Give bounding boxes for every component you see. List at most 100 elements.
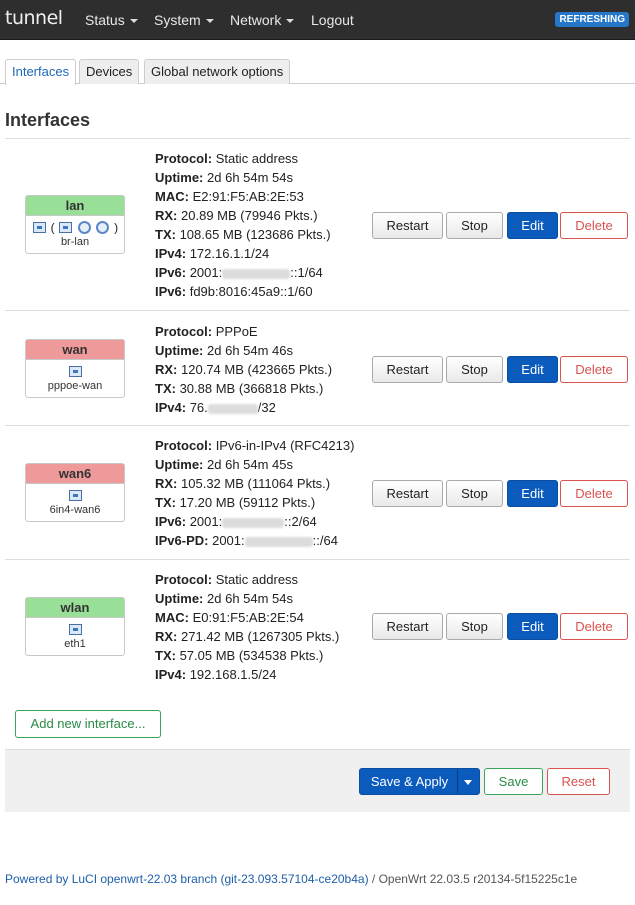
interface-badge-wan6[interactable]: wan6 6in4-wan6 bbox=[25, 463, 125, 522]
ethernet-port-icon bbox=[59, 222, 73, 234]
device-name: eth1 bbox=[64, 638, 86, 650]
network-device-icon bbox=[68, 490, 82, 502]
interface-row-lan: lan ( ) br-lan Protocol: Static address … bbox=[5, 138, 630, 310]
tab-interfaces[interactable]: Interfaces bbox=[5, 59, 77, 85]
stop-button[interactable]: Stop bbox=[446, 356, 503, 383]
tab-bar: Interfaces Devices Global network option… bbox=[0, 56, 635, 85]
interface-details: Protocol: IPv6-in-IPv4 (RFC4213) Uptime:… bbox=[155, 436, 354, 550]
save-apply-dropdown-toggle[interactable] bbox=[457, 769, 479, 794]
ethernet-port-icon bbox=[68, 624, 82, 636]
interface-row-wan: wan pppoe-wan Protocol: PPPoE Uptime: 2d… bbox=[5, 310, 630, 425]
interface-details: Protocol: Static address Uptime: 2d 6h 5… bbox=[155, 570, 339, 684]
interface-row-wlan: wlan eth1 Protocol: Static address Uptim… bbox=[5, 559, 630, 695]
detail-line: TX: 17.20 MB (59112 Pkts.) bbox=[155, 495, 316, 510]
restart-button[interactable]: Restart bbox=[372, 212, 443, 239]
interface-name: wlan bbox=[26, 598, 124, 618]
edit-button[interactable]: Edit bbox=[507, 212, 558, 239]
nav-system-label: System bbox=[154, 12, 201, 28]
delete-button[interactable]: Delete bbox=[560, 212, 628, 239]
device-name: pppoe-wan bbox=[47, 380, 103, 392]
save-button[interactable]: Save bbox=[484, 768, 543, 795]
interface-details: Protocol: PPPoE Uptime: 2d 6h 54m 46s RX… bbox=[155, 322, 332, 417]
device-icons: ( ) bbox=[26, 216, 124, 236]
detail-line: IPv6: 2001:::2/64 bbox=[155, 514, 317, 529]
device-name: br-lan bbox=[60, 236, 90, 248]
delete-button[interactable]: Delete bbox=[560, 480, 628, 507]
add-new-interface-button[interactable]: Add new interface... bbox=[15, 710, 161, 738]
brand-logo[interactable]: tunnel bbox=[5, 7, 63, 29]
chevron-down-icon bbox=[205, 19, 214, 24]
reset-button[interactable]: Reset bbox=[547, 768, 610, 795]
detail-line: Protocol: Static address bbox=[155, 151, 299, 166]
detail-line: RX: 120.74 MB (423665 Pkts.) bbox=[155, 362, 333, 377]
stop-button[interactable]: Stop bbox=[446, 613, 503, 640]
detail-line: IPv6-PD: 2001:::/64 bbox=[155, 533, 338, 548]
edit-button[interactable]: Edit bbox=[507, 613, 558, 640]
nav-network-menu[interactable]: Network bbox=[230, 12, 295, 28]
detail-line: IPv6: 2001:::1/64 bbox=[155, 265, 323, 280]
interface-details: Protocol: Static address Uptime: 2d 6h 5… bbox=[155, 149, 331, 301]
wifi-icon bbox=[96, 221, 110, 235]
wifi-icon bbox=[77, 221, 91, 235]
restart-button[interactable]: Restart bbox=[372, 613, 443, 640]
delete-button[interactable]: Delete bbox=[560, 613, 628, 640]
detail-line: TX: 30.88 MB (366818 Pkts.) bbox=[155, 381, 324, 396]
chevron-down-icon bbox=[286, 19, 295, 24]
interface-name: wan bbox=[26, 340, 124, 360]
refreshing-badge[interactable]: REFRESHING bbox=[555, 12, 629, 27]
edit-button[interactable]: Edit bbox=[507, 480, 558, 507]
restart-button[interactable]: Restart bbox=[372, 356, 443, 383]
delete-button[interactable]: Delete bbox=[560, 356, 628, 383]
nav-logout-link[interactable]: Logout bbox=[311, 12, 354, 28]
bridge-icon bbox=[32, 222, 46, 234]
detail-line: Protocol: IPv6-in-IPv4 (RFC4213) bbox=[155, 438, 355, 453]
detail-line: IPv4: 192.168.1.5/24 bbox=[155, 667, 277, 682]
redacted-value bbox=[222, 517, 285, 528]
interface-name: lan bbox=[26, 196, 124, 216]
detail-line: Uptime: 2d 6h 54m 45s bbox=[155, 457, 294, 472]
detail-line: Uptime: 2d 6h 54m 54s bbox=[155, 591, 294, 606]
device-icons bbox=[26, 618, 124, 638]
luci-link[interactable]: Powered by LuCI openwrt-22.03 branch (gi… bbox=[5, 872, 369, 886]
stop-button[interactable]: Stop bbox=[446, 480, 503, 507]
interface-badge-lan[interactable]: lan ( ) br-lan bbox=[25, 195, 125, 254]
interface-row-wan6: wan6 6in4-wan6 Protocol: IPv6-in-IPv4 (R… bbox=[5, 425, 630, 559]
detail-line: RX: 20.89 MB (79946 Pkts.) bbox=[155, 208, 318, 223]
save-apply-button[interactable]: Save & Apply bbox=[359, 768, 480, 795]
footer-text: Powered by LuCI openwrt-22.03 branch (gi… bbox=[5, 872, 577, 886]
detail-line: TX: 57.05 MB (534538 Pkts.) bbox=[155, 648, 324, 663]
redacted-value bbox=[222, 268, 291, 279]
detail-line: Uptime: 2d 6h 54m 54s bbox=[155, 170, 294, 185]
top-navbar: tunnel Status System Network Logout REFR… bbox=[0, 0, 635, 40]
chevron-down-icon bbox=[129, 19, 138, 24]
redacted-value bbox=[244, 536, 313, 547]
detail-line: Protocol: Static address bbox=[155, 572, 299, 587]
version-text: / OpenWrt 22.03.5 r20134-5f15225c1e bbox=[368, 872, 578, 886]
detail-line: RX: 271.42 MB (1267305 Pkts.) bbox=[155, 629, 340, 644]
detail-line: IPv4: 172.16.1.1/24 bbox=[155, 246, 270, 261]
redacted-value bbox=[207, 403, 258, 414]
tab-global-network-options[interactable]: Global network options bbox=[144, 59, 291, 84]
nav-network-label: Network bbox=[230, 12, 282, 28]
device-name: 6in4-wan6 bbox=[49, 504, 101, 516]
network-device-icon bbox=[68, 366, 82, 378]
restart-button[interactable]: Restart bbox=[372, 480, 443, 507]
nav-system-menu[interactable]: System bbox=[154, 12, 214, 28]
detail-line: Protocol: PPPoE bbox=[155, 324, 258, 339]
interface-badge-wlan[interactable]: wlan eth1 bbox=[25, 597, 125, 656]
detail-line: IPv6: fd9b:8016:45a9::1/60 bbox=[155, 284, 313, 299]
save-apply-label: Save & Apply bbox=[370, 774, 449, 789]
detail-line: MAC: E2:91:F5:AB:2E:53 bbox=[155, 189, 304, 204]
tab-devices[interactable]: Devices bbox=[79, 59, 140, 84]
stop-button[interactable]: Stop bbox=[446, 212, 503, 239]
device-icons bbox=[26, 484, 124, 504]
nav-status-menu[interactable]: Status bbox=[85, 12, 138, 28]
interface-badge-wan[interactable]: wan pppoe-wan bbox=[25, 339, 125, 398]
edit-button[interactable]: Edit bbox=[507, 356, 558, 383]
detail-line: TX: 108.65 MB (123686 Pkts.) bbox=[155, 227, 331, 242]
detail-line: RX: 105.32 MB (111064 Pkts.) bbox=[155, 476, 331, 491]
detail-line: Uptime: 2d 6h 54m 46s bbox=[155, 343, 294, 358]
detail-line: MAC: E0:91:F5:AB:2E:54 bbox=[155, 610, 304, 625]
device-icons bbox=[26, 360, 124, 380]
open-paren-glyph: ( bbox=[50, 220, 55, 235]
